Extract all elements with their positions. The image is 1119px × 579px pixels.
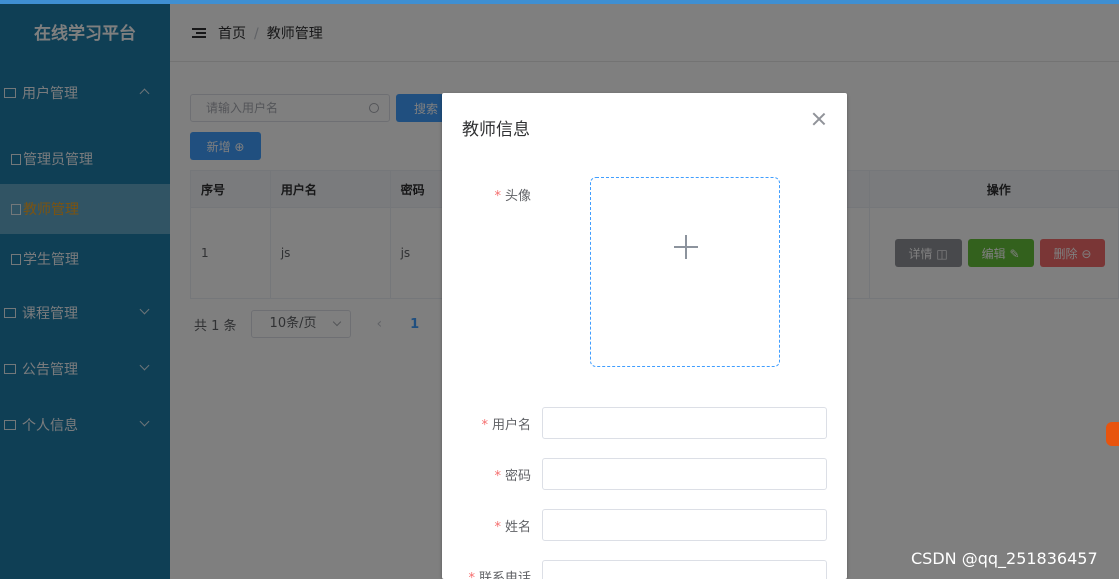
- close-icon[interactable]: [812, 112, 825, 126]
- username-label: * 用户名: [481, 418, 531, 433]
- watermark: CSDN @qq_251836457: [911, 549, 1098, 568]
- password-label: * 密码: [494, 469, 531, 484]
- name-label: * 姓名: [494, 520, 531, 535]
- dialog-title: 教师信息: [462, 120, 530, 140]
- floating-badge[interactable]: [1106, 422, 1119, 446]
- teacher-dialog: 教师信息 * 头像 * 用户名 * 密码 * 姓名 * 联系电话: [442, 93, 847, 579]
- avatar-uploader[interactable]: [590, 177, 780, 367]
- phone-field[interactable]: [542, 560, 827, 579]
- password-field[interactable]: [542, 458, 827, 490]
- phone-label: * 联系电话: [468, 571, 531, 579]
- name-field[interactable]: [542, 509, 827, 541]
- username-field[interactable]: [542, 407, 827, 439]
- top-accent-bar: [0, 0, 1119, 4]
- avatar-label: * 头像: [494, 189, 531, 204]
